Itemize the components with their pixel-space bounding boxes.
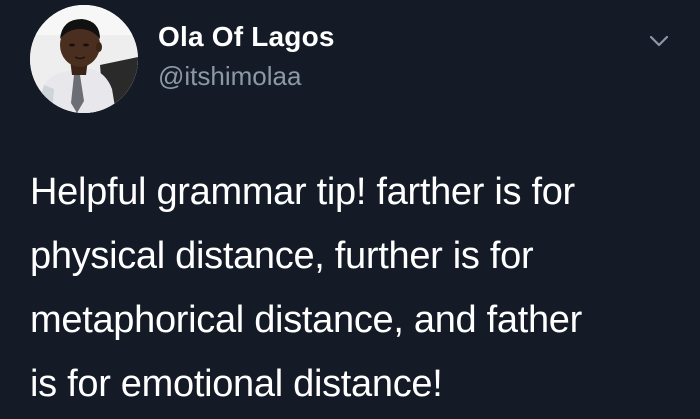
chevron-down-icon[interactable] [646, 28, 672, 54]
profile-photo-icon [30, 5, 138, 113]
tweet-text-line: physical distance, further is for [30, 235, 534, 277]
tweet-text-line: Helpful grammar tip! farther is for [30, 171, 575, 213]
username-handle[interactable]: @itshimolaa [158, 60, 301, 92]
display-name[interactable]: Ola Of Lagos [158, 20, 335, 54]
avatar[interactable] [30, 5, 138, 113]
tweet-card: Ola Of Lagos @itshimolaa Helpful grammar… [0, 0, 700, 419]
tweet-text-line: is for emotional distance! [30, 363, 443, 405]
tweet-body: Helpful grammar tip! farther is for phys… [30, 160, 680, 416]
tweet-text-line: metaphorical distance, and father [30, 299, 582, 341]
